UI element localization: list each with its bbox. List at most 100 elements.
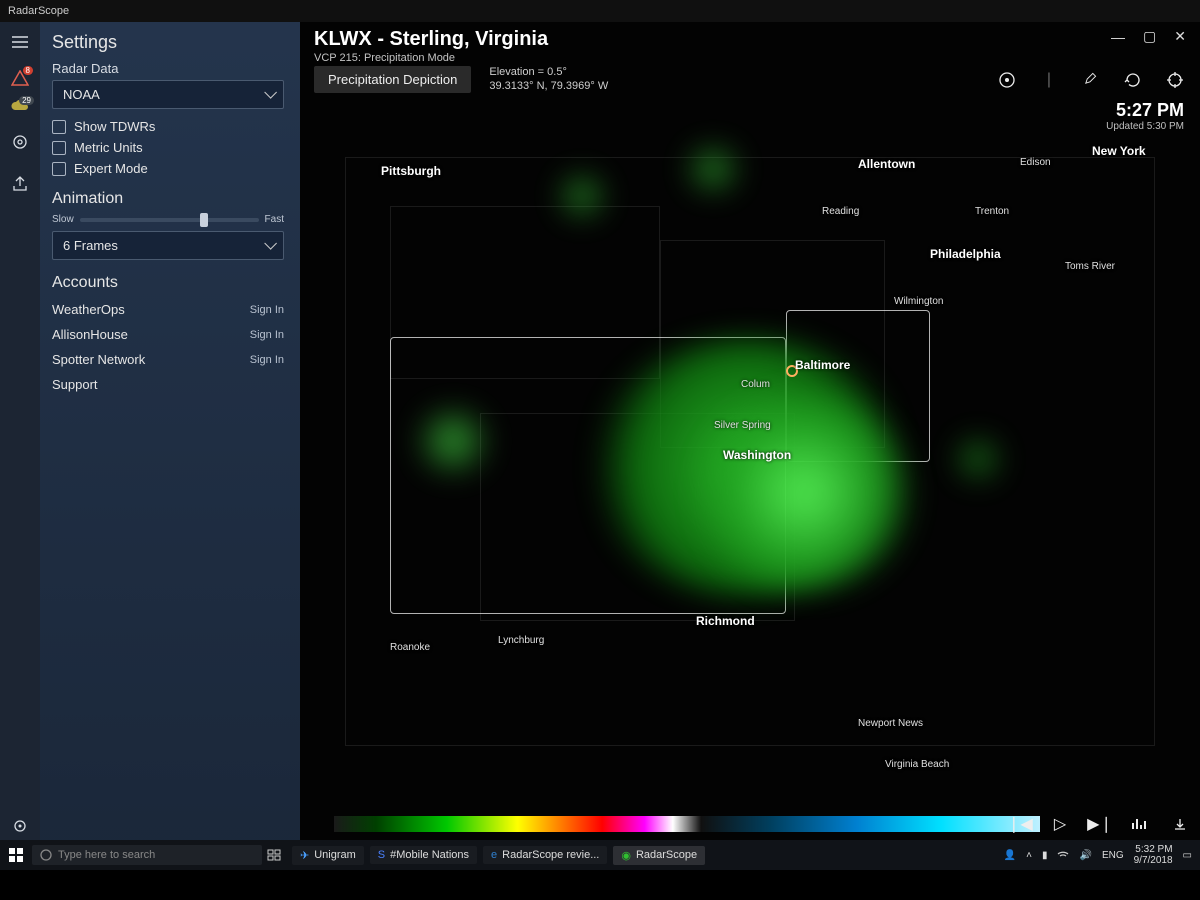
city-silverspring: Silver Spring bbox=[714, 420, 771, 431]
tray-people-icon[interactable]: 👤 bbox=[1004, 850, 1016, 861]
share-icon[interactable] bbox=[6, 170, 34, 198]
tray-up-icon[interactable]: ˄ bbox=[1026, 850, 1032, 861]
animation-label: Animation bbox=[52, 190, 284, 208]
city-newyork: New York bbox=[1092, 144, 1146, 158]
city-newportnews: Newport News bbox=[858, 718, 923, 729]
signin-link[interactable]: Sign In bbox=[250, 304, 284, 316]
tray-notifications-icon[interactable]: ▭ bbox=[1183, 850, 1192, 861]
city-tomsriver: Toms River bbox=[1065, 261, 1115, 272]
city-pittsburgh: Pittsburgh bbox=[381, 164, 441, 178]
play-button[interactable]: ▷ bbox=[1048, 812, 1072, 836]
support-link[interactable]: Support bbox=[52, 377, 284, 392]
taskbar-search[interactable]: Type here to search bbox=[32, 845, 262, 865]
metric-units-checkbox[interactable]: Metric Units bbox=[52, 140, 284, 155]
gear-icon[interactable] bbox=[6, 812, 34, 840]
city-allentown: Allentown bbox=[858, 157, 915, 171]
target-icon[interactable] bbox=[6, 128, 34, 156]
city-columbia: Colum bbox=[741, 379, 770, 390]
settings-panel: Settings Radar Data NOAA Show TDWRs Metr… bbox=[40, 22, 300, 840]
city-wilmington: Wilmington bbox=[894, 296, 943, 307]
frames-dropdown[interactable]: 6 Frames bbox=[52, 231, 284, 260]
account-spotternetwork: Spotter Network Sign In bbox=[52, 352, 284, 367]
color-scale bbox=[334, 816, 1040, 832]
tray-date: 9/7/2018 bbox=[1134, 855, 1173, 866]
account-allisonhouse: AllisonHouse Sign In bbox=[52, 327, 284, 342]
radar-map[interactable]: Pittsburgh Allentown Reading Edison New … bbox=[300, 102, 1200, 794]
app-window: RadarScope 8 29 bbox=[0, 0, 1200, 870]
start-button[interactable] bbox=[0, 848, 32, 862]
coords-text: 39.3133° N, 79.3969° W bbox=[489, 80, 608, 94]
menu-icon[interactable] bbox=[6, 28, 34, 56]
city-richmond: Richmond bbox=[696, 614, 755, 628]
temp-badge: 29 bbox=[19, 96, 34, 105]
coord-block: Elevation = 0.5° 39.3133° N, 79.3969° W bbox=[489, 66, 608, 94]
product-row: Precipitation Depiction Elevation = 0.5°… bbox=[300, 66, 1200, 94]
product-pill[interactable]: Precipitation Depiction bbox=[314, 66, 471, 93]
taskbar-item[interactable]: ✈Unigram bbox=[292, 846, 364, 865]
storm-icon[interactable]: 29 bbox=[10, 100, 30, 114]
radar-data-dropdown[interactable]: NOAA bbox=[52, 80, 284, 109]
alerts-icon[interactable]: 8 bbox=[11, 70, 29, 86]
accounts-label: Accounts bbox=[52, 274, 284, 292]
metric-units-label: Metric Units bbox=[74, 140, 143, 155]
city-trenton: Trenton bbox=[975, 206, 1009, 217]
alert-badge: 8 bbox=[23, 66, 33, 75]
pencil-icon[interactable] bbox=[1080, 69, 1102, 91]
tray-wifi-icon[interactable] bbox=[1057, 850, 1069, 860]
show-tdwrs-label: Show TDWRs bbox=[74, 119, 155, 134]
station-title: KLWX - Sterling, Virginia bbox=[314, 28, 548, 51]
expert-mode-checkbox[interactable]: Expert Mode bbox=[52, 161, 284, 176]
locate-icon[interactable] bbox=[1164, 69, 1186, 91]
refresh-icon[interactable] bbox=[1122, 69, 1144, 91]
icon-rail: 8 29 bbox=[0, 22, 40, 840]
taskbar-item-label: RadarScope bbox=[636, 849, 697, 861]
city-roanoke: Roanoke bbox=[390, 642, 430, 653]
animation-speed-slider[interactable]: Slow Fast bbox=[52, 214, 284, 225]
search-placeholder: Type here to search bbox=[58, 849, 155, 861]
tray-battery-icon[interactable]: ▮ bbox=[1042, 850, 1048, 861]
station-mode: VCP 215: Precipitation Mode bbox=[314, 52, 548, 64]
levels-icon[interactable] bbox=[1128, 812, 1152, 836]
taskbar-item[interactable]: eRadarScope revie... bbox=[483, 846, 607, 864]
signin-link[interactable]: Sign In bbox=[250, 329, 284, 341]
radar-data-value: NOAA bbox=[63, 87, 100, 102]
taskview-icon[interactable] bbox=[262, 849, 286, 861]
system-tray[interactable]: 👤 ˄ ▮ 🔊 ENG 5:32 PM 9/7/2018 ▭ bbox=[1004, 844, 1200, 866]
account-name: AllisonHouse bbox=[52, 327, 128, 342]
city-lynchburg: Lynchburg bbox=[498, 635, 544, 646]
expert-mode-label: Expert Mode bbox=[74, 161, 148, 176]
account-name: WeatherOps bbox=[52, 302, 125, 317]
tray-volume-icon[interactable]: 🔊 bbox=[1079, 850, 1091, 861]
city-edison: Edison bbox=[1020, 157, 1051, 168]
maximize-button[interactable]: ▢ bbox=[1143, 28, 1156, 45]
chevron-down-icon bbox=[264, 238, 273, 253]
elevation-text: Elevation = 0.5° bbox=[489, 66, 608, 80]
titlebar: RadarScope bbox=[0, 0, 1200, 22]
minimize-button[interactable]: — bbox=[1111, 29, 1125, 45]
playback-controls: ❘◀ ▷ ▶❘ bbox=[1008, 812, 1192, 836]
city-virginiabeach: Virginia Beach bbox=[885, 759, 949, 770]
prev-frame-button[interactable]: ❘◀ bbox=[1008, 812, 1032, 836]
taskbar-item-active[interactable]: ◉RadarScope bbox=[613, 846, 705, 865]
show-tdwrs-checkbox[interactable]: Show TDWRs bbox=[52, 119, 284, 134]
radar-site-icon[interactable] bbox=[996, 69, 1018, 91]
cortana-icon bbox=[40, 849, 52, 861]
slow-label: Slow bbox=[52, 214, 74, 225]
map-content[interactable]: KLWX - Sterling, Virginia VCP 215: Preci… bbox=[300, 22, 1200, 840]
radar-data-label: Radar Data bbox=[52, 61, 284, 76]
taskbar-item-label: #Mobile Nations bbox=[390, 849, 469, 861]
account-name: Spotter Network bbox=[52, 352, 145, 367]
taskbar-item-label: RadarScope revie... bbox=[502, 849, 599, 861]
settings-title: Settings bbox=[52, 32, 284, 53]
tray-time: 5:32 PM bbox=[1134, 844, 1173, 855]
export-icon[interactable] bbox=[1168, 812, 1192, 836]
next-frame-button[interactable]: ▶❘ bbox=[1088, 812, 1112, 836]
taskbar[interactable]: Type here to search ✈Unigram S#Mobile Na… bbox=[0, 840, 1200, 870]
tray-lang[interactable]: ENG bbox=[1102, 850, 1124, 861]
city-baltimore: Baltimore bbox=[795, 358, 850, 372]
taskbar-item[interactable]: S#Mobile Nations bbox=[370, 846, 477, 864]
close-button[interactable]: ✕ bbox=[1174, 28, 1186, 45]
signin-link[interactable]: Sign In bbox=[250, 354, 284, 366]
app-title: RadarScope bbox=[8, 5, 69, 17]
fast-label: Fast bbox=[265, 214, 284, 225]
